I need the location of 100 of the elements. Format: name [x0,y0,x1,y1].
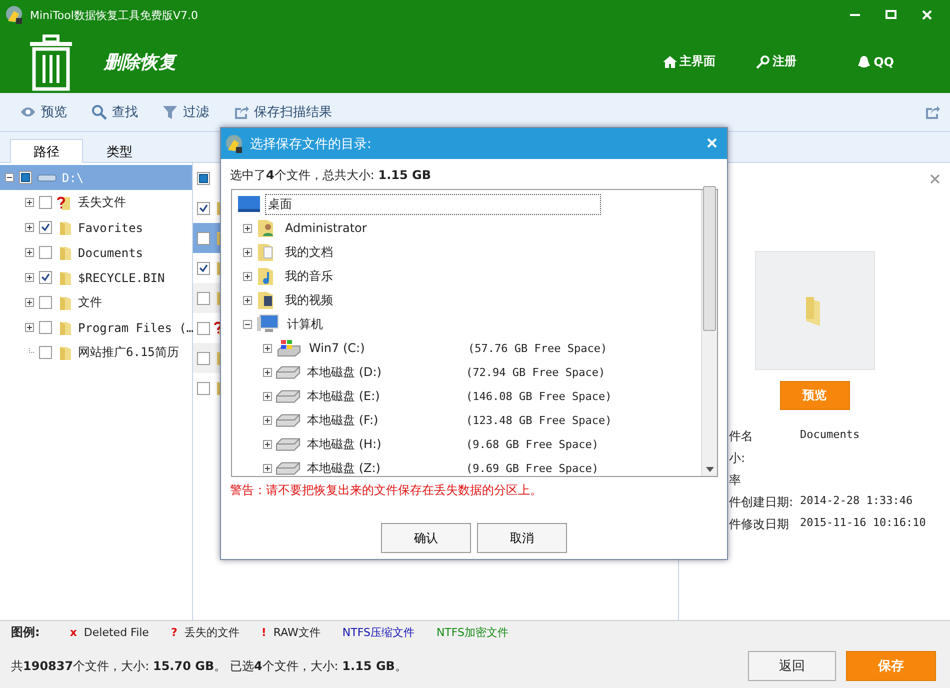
home-icon [662,54,677,68]
scroll-down-icon[interactable] [706,467,714,472]
checkbox[interactable] [197,352,210,364]
folder-name[interactable]: 本地磁盘 (D:) [304,362,462,382]
expand-icon[interactable] [263,368,272,376]
tree-item[interactable]: 网站推广6.15简历 [78,344,179,361]
collapse-icon[interactable] [5,173,14,182]
legend-marker: ! [261,626,266,639]
folder-name[interactable]: 计算机 [284,314,326,334]
checkbox[interactable] [39,321,52,334]
search-icon [91,104,107,120]
computer-icon [256,314,280,334]
checkbox[interactable] [39,221,52,234]
folder-icon [57,270,73,286]
detail-value: 2015-11-16 10:16:10 [800,516,927,531]
expand-icon[interactable] [25,323,34,332]
checkbox[interactable] [39,296,52,309]
checkbox[interactable] [197,202,210,214]
checkbox[interactable] [39,271,52,284]
checkbox[interactable] [197,172,210,184]
minimize-icon[interactable] [849,14,861,16]
lost-folder-icon [57,194,73,210]
expand-icon[interactable] [243,248,252,256]
expand-icon[interactable] [243,224,252,232]
detail-label: 件创建日期: [729,494,794,511]
toolbar-button[interactable]: 查找 [91,103,138,121]
expand-icon[interactable] [243,296,252,304]
tab[interactable]: 路径 [10,139,83,163]
checkbox[interactable] [197,322,210,334]
free-space: (123.48 GB Free Space) [466,414,612,426]
folder-icon [57,344,73,360]
legend-label: Deleted File [84,626,149,639]
legend-marker: ? [170,626,178,639]
drive-icon [276,414,300,426]
folder-name[interactable]: 本地磁盘 (Z:) [304,458,462,476]
checkbox[interactable] [39,346,52,359]
app-icon [224,134,244,154]
windows-drive-icon [276,338,302,358]
close-icon[interactable] [930,174,940,184]
folder-icon [57,244,73,260]
legend-title: 图例: [11,624,40,641]
folder-name[interactable]: 我的文档 [282,242,336,262]
app-icon [4,5,24,25]
folder-name[interactable]: 我的音乐 [282,266,336,286]
expand-icon[interactable] [263,464,272,472]
checkbox[interactable] [197,232,210,244]
checkbox[interactable] [197,292,210,304]
folder-name[interactable]: 我的视频 [282,290,336,310]
folder-name[interactable]: 本地磁盘 (E:) [304,386,462,406]
legend-label: NTFS压缩文件 [342,625,414,640]
folder-name[interactable]: Win7 (C:) [306,339,464,357]
tree-item[interactable]: $RECYCLE.BIN [78,270,165,284]
nav-link[interactable]: 注册 [756,53,797,70]
checkbox[interactable] [19,171,32,184]
tree-item[interactable]: Documents [78,246,144,260]
detail-label: 小: [729,450,746,467]
folder-name[interactable]: 本地磁盘 (F:) [304,410,462,430]
cancel-button[interactable]: 取消 [477,523,567,553]
expand-icon[interactable] [263,392,272,400]
folder-name[interactable]: Administrator [282,219,370,237]
toolbar-button[interactable]: 保存扫描结果 [233,103,332,121]
nav-link[interactable]: QQ [856,54,894,68]
tree-item[interactable]: 丢失文件 [78,194,126,211]
collapse-icon[interactable] [243,320,252,328]
dialog-title: 选择保存文件的目录: [250,136,372,152]
key-icon [756,54,770,68]
folder-name[interactable]: 桌面 [265,194,601,214]
expand-icon[interactable] [25,248,34,257]
free-space: (9.69 GB Free Space) [466,462,598,474]
detail-label: 件修改日期 [729,516,790,533]
checkbox[interactable] [39,246,52,259]
expand-icon[interactable] [243,272,252,280]
tree-item[interactable]: 文件 [78,294,102,311]
expand-icon[interactable] [25,273,34,282]
expand-icon[interactable] [263,344,272,352]
nav-link[interactable]: 主界面 [662,53,716,70]
drive-icon [276,390,300,402]
back-button[interactable]: 返回 [748,651,836,681]
tree-item[interactable]: Program Files (… [78,320,194,334]
toolbar-button[interactable]: 预览 [20,103,67,121]
tab[interactable]: 类型 [83,139,156,163]
expand-icon[interactable] [25,223,34,232]
expand-icon[interactable] [263,440,272,448]
folder-name[interactable]: 本地磁盘 (H:) [304,434,462,454]
window-title: MiniTool数据恢复工具免费版V7.0 [30,8,199,22]
expand-icon[interactable] [263,416,272,424]
filter-icon [162,104,178,120]
checkbox[interactable] [197,262,210,274]
expand-icon[interactable] [25,298,34,307]
expand-icon[interactable] [25,198,34,207]
checkbox[interactable] [39,196,52,209]
confirm-button[interactable]: 确认 [381,523,471,553]
drive-icon [276,438,300,450]
page-title: 删除恢复 [104,50,178,74]
warning-text: 警告：请不要把恢复出来的文件保存在丢失数据的分区上。 [230,482,543,499]
maximize-icon[interactable] [885,10,897,20]
tree-item[interactable]: Favorites [78,220,144,234]
folder-icon [57,294,73,310]
checkbox[interactable] [197,382,210,394]
toolbar-button[interactable]: 过滤 [162,103,209,121]
